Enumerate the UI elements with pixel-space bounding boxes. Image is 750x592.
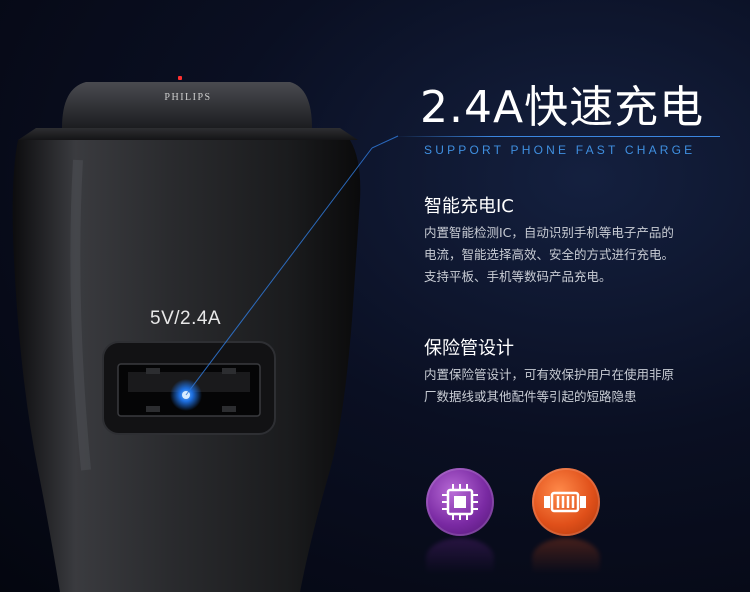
feature-title-fuse: 保险管设计 — [424, 338, 514, 359]
fuse-feature-badge — [532, 468, 602, 578]
chip-icon-reflection — [426, 538, 494, 578]
brand-logo: PHILIPS — [164, 92, 212, 103]
headline-subtitle: SUPPORT PHONE FAST CHARGE — [424, 143, 696, 157]
chip-icon — [426, 468, 494, 536]
chip-feature-badge — [426, 468, 496, 578]
feature-body-fuse: 内置保险管设计，可有效保护用户在使用非原厂数据线或其他配件等引起的短路隐患 — [424, 367, 675, 404]
car-charger-image — [12, 76, 399, 592]
usb-output-label: 5V/2.4A — [150, 308, 222, 329]
product-banner: PHILIPS 5V/2.4A 2.4A快速充电 SUPPORT PHONE F… — [0, 0, 750, 592]
fuse-icon — [532, 468, 600, 536]
feature-body-smart-ic: 内置智能检测IC，自动识别手机等电子产品的电流，智能选择高效、安全的方式进行充电… — [424, 225, 675, 284]
fuse-icon-reflection — [532, 538, 600, 578]
headline-title: 2.4A快速充电 — [420, 82, 705, 133]
headline-divider — [395, 136, 720, 137]
feature-title-smart-ic: 智能充电IC — [424, 196, 514, 217]
